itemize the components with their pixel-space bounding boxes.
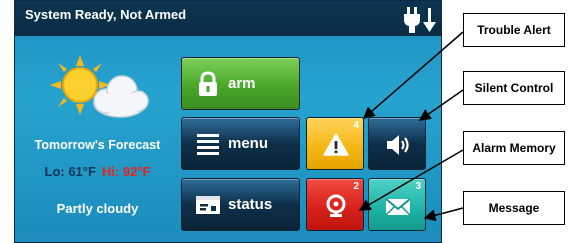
- speaker-icon: [387, 135, 409, 155]
- message-tile[interactable]: 3: [368, 178, 426, 231]
- callout-silent-control: Silent Control: [463, 71, 565, 105]
- alarm-memory-count-badge: 2: [353, 181, 359, 192]
- weather-condition: Partly cloudy: [56, 201, 139, 216]
- trouble-count-badge: 4: [353, 120, 359, 131]
- warning-icon: [323, 133, 349, 156]
- forecast-title: Tomorrow's Forecast: [34, 138, 161, 152]
- arm-label: arm: [228, 75, 256, 92]
- callout-trouble-alert: Trouble Alert: [463, 13, 565, 47]
- stage: System Ready, Not Armed Tomorrow's Forec…: [0, 0, 570, 243]
- lock-icon: [199, 71, 217, 96]
- callout-message: Message: [463, 191, 565, 225]
- message-count-badge: 3: [415, 181, 421, 192]
- arm-button[interactable]: arm: [181, 57, 300, 110]
- alarm-bell-icon: [326, 194, 346, 217]
- high-temperature: Hi: 92°F: [101, 164, 151, 179]
- keypad-panel: System Ready, Not Armed Tomorrow's Forec…: [14, 0, 442, 243]
- system-status-text: System Ready, Not Armed: [25, 7, 187, 22]
- status-bar: System Ready, Not Armed: [15, 1, 441, 36]
- forecast-temperatures: Lo: 61°F Hi: 92°F: [15, 164, 180, 179]
- alarm-memory-tile[interactable]: 2: [306, 178, 364, 231]
- partly-cloudy-icon: [50, 55, 149, 118]
- envelope-icon: [385, 198, 411, 216]
- trouble-alert-tile[interactable]: 4: [306, 117, 364, 170]
- status-button[interactable]: status: [181, 178, 300, 231]
- status-card-icon: [196, 196, 220, 214]
- silent-control-tile[interactable]: [368, 117, 426, 170]
- callout-alarm-memory: Alarm Memory: [463, 131, 565, 165]
- status-label: status: [228, 196, 273, 213]
- menu-label: menu: [228, 135, 269, 152]
- menu-list-icon: [197, 134, 219, 155]
- plug-icon: [404, 7, 436, 33]
- menu-button[interactable]: menu: [181, 117, 300, 170]
- low-temperature: Lo: 61°F: [44, 164, 96, 179]
